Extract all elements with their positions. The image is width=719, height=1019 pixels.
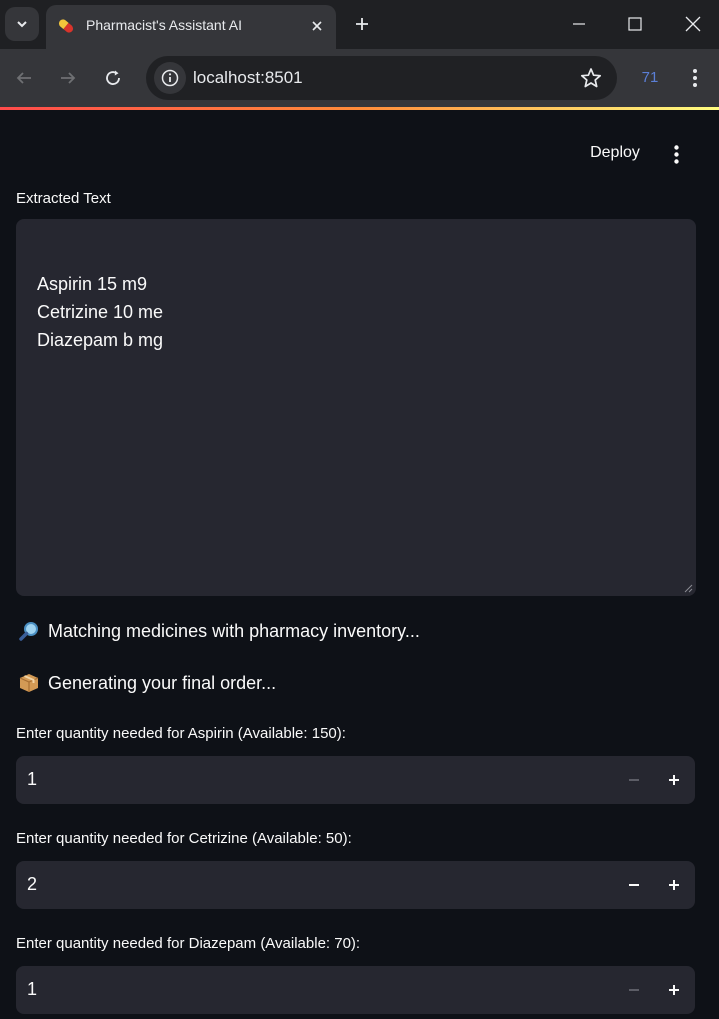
url-text[interactable]: localhost:8501 — [193, 68, 303, 88]
close-icon — [685, 16, 701, 32]
reload-button[interactable] — [97, 62, 129, 94]
plus-icon — [669, 985, 679, 995]
forward-button[interactable] — [52, 62, 84, 94]
quantity-input-cetrizine[interactable]: 2 — [16, 861, 695, 909]
deploy-button[interactable]: Deploy — [578, 136, 652, 170]
tab-title: Pharmacist's Assistant AI — [86, 17, 242, 33]
arrow-left-icon — [16, 72, 31, 84]
app-menu-button[interactable] — [664, 138, 688, 170]
browser-menu-button[interactable] — [683, 62, 707, 94]
minus-icon — [629, 779, 639, 781]
quantity-value[interactable]: 2 — [27, 874, 37, 895]
chevron-down-icon — [17, 21, 27, 28]
status-matching: Matching medicines with pharmacy invento… — [18, 620, 420, 642]
minimize-icon — [573, 23, 585, 25]
resize-handle-icon[interactable] — [684, 584, 693, 593]
new-tab-button[interactable] — [348, 10, 376, 38]
quantity-label-cetrizine: Enter quantity needed for Cetrizine (Ava… — [16, 830, 352, 847]
status-matching-text: Matching medicines with pharmacy invento… — [48, 620, 420, 641]
tab-close-button[interactable] — [306, 15, 328, 37]
status-generating-text: Generating your final order... — [48, 672, 277, 693]
plus-icon — [669, 880, 679, 890]
decrement-button[interactable] — [618, 974, 650, 1006]
site-info-button[interactable] — [154, 62, 186, 94]
minus-icon — [629, 989, 639, 991]
address-bar[interactable]: localhost:8501 — [146, 56, 617, 100]
minus-icon — [629, 884, 639, 886]
kebab-menu-icon — [693, 69, 697, 87]
maximize-icon — [628, 17, 642, 31]
status-generating: Generating your final order... — [18, 672, 276, 694]
app-main: Deploy Extracted Text Aspirin 15 m9 Cetr… — [0, 110, 719, 1019]
magnifier-emoji-icon — [19, 622, 38, 641]
minimize-button[interactable] — [559, 8, 599, 40]
pill-icon — [58, 19, 74, 33]
quantity-value[interactable]: 1 — [27, 769, 37, 790]
plus-icon — [356, 18, 368, 30]
star-icon — [580, 68, 602, 88]
increment-button[interactable] — [658, 869, 690, 901]
maximize-button[interactable] — [615, 8, 655, 40]
increment-button[interactable] — [658, 974, 690, 1006]
reload-icon — [106, 70, 120, 85]
quantity-input-aspirin[interactable]: 1 — [16, 756, 695, 804]
quantity-input-diazepam[interactable]: 1 — [16, 966, 695, 1014]
kebab-menu-icon — [673, 144, 679, 164]
arrow-right-icon — [61, 72, 76, 84]
plus-icon — [669, 775, 679, 785]
quantity-label-aspirin: Enter quantity needed for Aspirin (Avail… — [16, 725, 346, 742]
decrement-button[interactable] — [618, 869, 650, 901]
browser-toolbar: localhost:8501 71 — [0, 49, 719, 107]
extension-button[interactable]: 71 — [636, 63, 664, 91]
extracted-text-area[interactable]: Aspirin 15 m9 Cetrizine 10 me Diazepam b… — [16, 219, 696, 596]
bookmark-button[interactable] — [579, 66, 603, 90]
extracted-text-label: Extracted Text — [16, 190, 111, 207]
browser-tab-bar: Pharmacist's Assistant AI — [0, 0, 719, 49]
close-icon — [312, 21, 322, 31]
active-tab[interactable]: Pharmacist's Assistant AI — [46, 5, 336, 49]
back-button[interactable] — [8, 62, 40, 94]
increment-button[interactable] — [658, 764, 690, 796]
package-emoji-icon — [19, 674, 39, 692]
quantity-value[interactable]: 1 — [27, 979, 37, 1000]
window-close-button[interactable] — [673, 8, 713, 40]
tab-search-button[interactable] — [5, 7, 39, 41]
info-icon — [161, 69, 179, 87]
decrement-button[interactable] — [618, 764, 650, 796]
extracted-text-content: Aspirin 15 m9 Cetrizine 10 me Diazepam b… — [37, 274, 164, 350]
quantity-label-diazepam: Enter quantity needed for Diazepam (Avai… — [16, 935, 361, 952]
